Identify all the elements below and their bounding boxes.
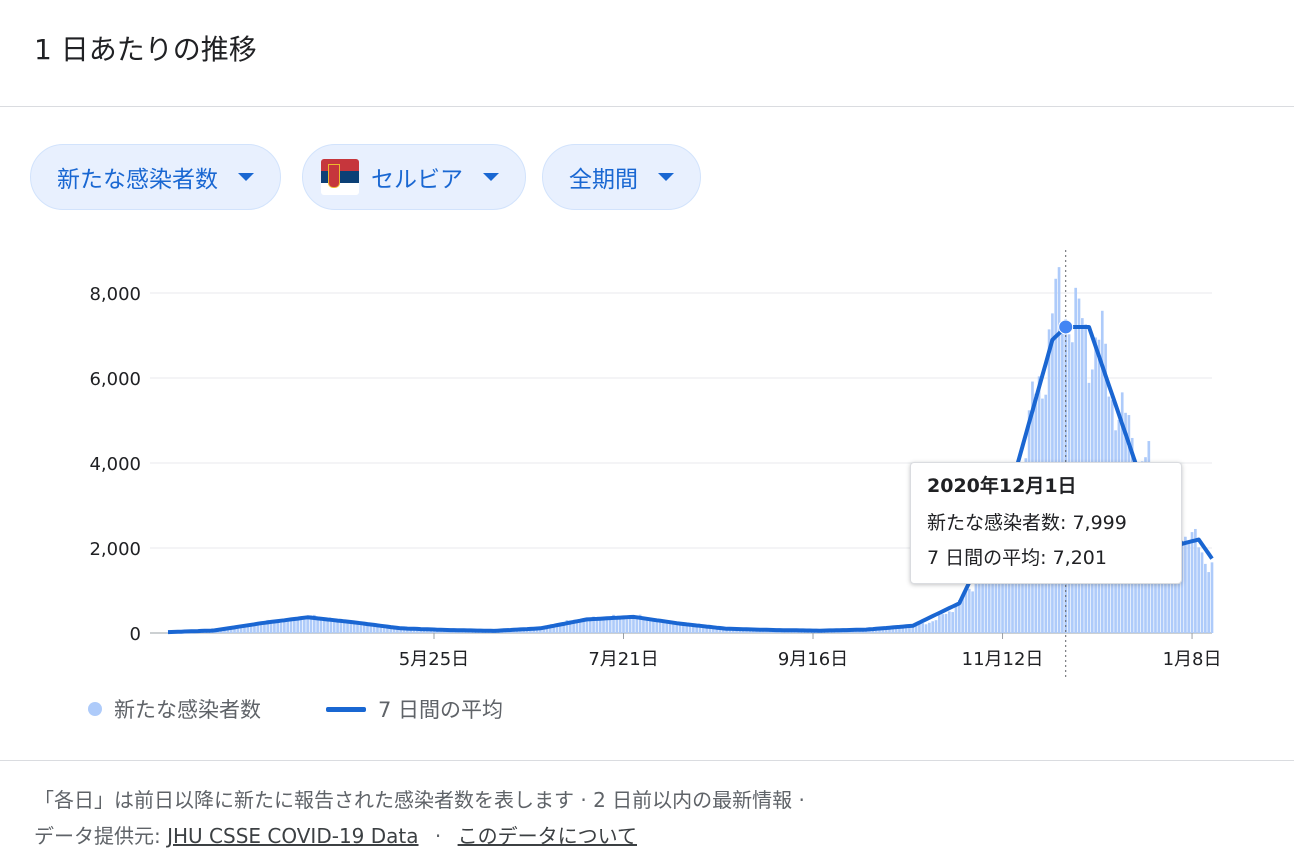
daily-cases-bar[interactable] [652,621,655,633]
daily-cases-chart[interactable]: 0 2,000 4,000 6,000 8,000 5月25日 7月21日 9月16日 11月… [0,240,1294,680]
y-tick-label: 4,000 [89,454,141,475]
x-tick-label: 1月8日 [1163,649,1222,670]
daily-cases-bar[interactable] [276,621,280,633]
daily-cases-bar[interactable] [645,619,649,633]
legend-cases[interactable]: 新たな感染者数 [88,694,261,724]
daily-cases-bar[interactable] [1187,541,1191,633]
daily-cases-bar[interactable] [648,619,652,633]
daily-cases-bar[interactable] [921,623,925,633]
daily-cases-bar[interactable] [924,624,928,633]
tooltip-date: 2020年12月1日 [927,475,1077,497]
daily-cases-bar[interactable] [279,622,283,633]
serbia-flag-icon [321,159,359,195]
daily-cases-bar[interactable] [934,620,938,633]
daily-cases-bar[interactable] [941,614,945,633]
header-divider [0,106,1294,107]
y-tick-label: 6,000 [89,369,141,390]
daily-cases-bar[interactable] [622,617,625,633]
page-title: 1 日あたりの推移 [34,33,257,66]
daily-cases-bar[interactable] [974,581,978,633]
region-filter-label: セルビア [371,167,463,193]
legend-average[interactable]: 7 日間の平均 [326,694,503,724]
daily-cases-bar[interactable] [1190,532,1194,633]
hover-point [1058,319,1074,335]
tooltip-average-row: 7 日間の平均: 7,201 [927,543,1165,570]
daily-cases-bar[interactable] [322,620,326,633]
tooltip-cases-value: 7,999 [1072,512,1127,534]
footer-note: 「各日」は前日以降に新たに報告された感染者数を表します · 2 日前以内の最新情… [34,788,805,812]
daily-cases-bar[interactable] [273,622,276,633]
daily-cases-bar[interactable] [342,622,346,633]
daily-cases-bar[interactable] [954,606,958,633]
daily-cases-bar[interactable] [625,619,629,633]
daily-cases-bar[interactable] [977,577,981,633]
daily-cases-bar[interactable] [951,612,954,633]
daily-cases-bar[interactable] [948,611,951,633]
y-tick-label: 0 [130,624,141,645]
daily-cases-bar[interactable] [971,591,974,633]
y-tick-label: 8,000 [89,284,141,305]
daily-cases-bar[interactable] [928,622,931,633]
daily-cases-bar[interactable] [605,619,609,633]
source-link[interactable]: JHU CSSE COVID-19 Data [167,824,418,848]
dropdown-caret-icon [658,173,674,181]
x-tick-label: 7月21日 [588,649,658,670]
metric-filter-label: 新たな感染者数 [57,167,218,193]
daily-cases-bar[interactable] [672,624,675,633]
daily-cases-bar[interactable] [598,620,602,633]
daily-cases-bar[interactable] [346,622,349,633]
daily-cases-bar[interactable] [326,621,329,633]
chart-tooltip: 2020年12月1日 新たな感染者数: 7,999 7 日間の平均: 7,201 [910,462,1182,584]
legend-line-icon [326,706,366,712]
daily-cases-bar[interactable] [668,623,672,633]
daily-cases-bar[interactable] [299,620,303,633]
daily-cases-bar[interactable] [938,615,941,633]
daily-cases-bar[interactable] [296,619,299,633]
footer-source: データ提供元: JHU CSSE COVID-19 Data · このデータにつ… [34,820,637,849]
period-filter-label: 全期間 [569,167,638,193]
source-label: データ提供元: [34,824,161,848]
daily-cases-bar[interactable] [1200,552,1204,633]
tooltip-average-label: 7 日間の平均: [927,547,1053,569]
about-data-link[interactable]: このデータについて [458,824,637,848]
daily-cases-bar[interactable] [1204,563,1207,633]
daily-cases-bar[interactable] [578,622,582,633]
footer-separator: · [434,824,442,848]
daily-cases-bar[interactable] [1210,562,1214,633]
tooltip-cases-label: 新たな感染者数: [927,512,1073,534]
daily-cases-bar[interactable] [1194,528,1197,633]
dropdown-caret-icon [483,173,499,181]
footer-divider [0,760,1294,761]
x-tick-label: 9月16日 [778,649,848,670]
legend-average-label: 7 日間の平均 [378,698,504,722]
y-tick-label: 2,000 [89,539,141,560]
daily-cases-bar[interactable] [931,621,935,633]
daily-cases-bar[interactable] [602,618,605,633]
daily-cases-bar[interactable] [1184,536,1187,633]
legend-cases-label: 新たな感染者数 [114,698,261,722]
x-tick-label: 11月12日 [962,649,1044,670]
tooltip-cases-row: 新たな感染者数: 7,999 [927,508,1165,535]
daily-cases-bar[interactable] [944,613,948,633]
metric-filter-chip[interactable]: 新たな感染者数 [30,144,281,210]
dropdown-caret-icon [238,173,254,181]
daily-cases-bar[interactable] [1207,572,1211,633]
daily-cases-bar[interactable] [1197,547,1201,633]
period-filter-chip[interactable]: 全期間 [542,144,701,210]
legend-dot-icon [88,702,102,716]
daily-cases-bar[interactable] [319,618,323,633]
daily-cases-bar[interactable] [967,588,971,633]
x-tick-label: 5月25日 [399,649,469,670]
tooltip-average-value: 7,201 [1052,547,1107,569]
region-filter-chip[interactable]: セルビア [302,144,526,210]
